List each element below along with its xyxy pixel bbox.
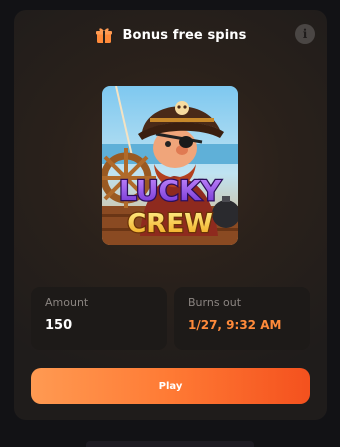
burns-out-label: Burns out xyxy=(188,296,242,309)
details-row: Amount 150 Burns out 1/27, 9:32 AM xyxy=(31,287,310,350)
amount-label: Amount xyxy=(45,296,89,309)
next-card-edge xyxy=(86,441,254,447)
amount-box: Amount 150 xyxy=(31,287,167,350)
logo-line2: CREW xyxy=(127,209,213,239)
card-header: Bonus free spins xyxy=(14,26,327,44)
bonus-card: Bonus free spins i LUCKY CREW Amount 150… xyxy=(14,10,327,420)
play-button[interactable]: Play xyxy=(31,368,310,404)
burns-out-box: Burns out 1/27, 9:32 AM xyxy=(174,287,310,350)
gift-icon xyxy=(95,28,112,43)
amount-value: 150 xyxy=(45,318,73,333)
info-icon[interactable]: i xyxy=(295,24,315,44)
header-title: Bonus free spins xyxy=(122,27,247,43)
logo-line1: LUCKY xyxy=(119,174,222,207)
burns-out-value: 1/27, 9:32 AM xyxy=(188,318,282,332)
game-thumbnail[interactable]: LUCKY CREW xyxy=(102,86,238,245)
